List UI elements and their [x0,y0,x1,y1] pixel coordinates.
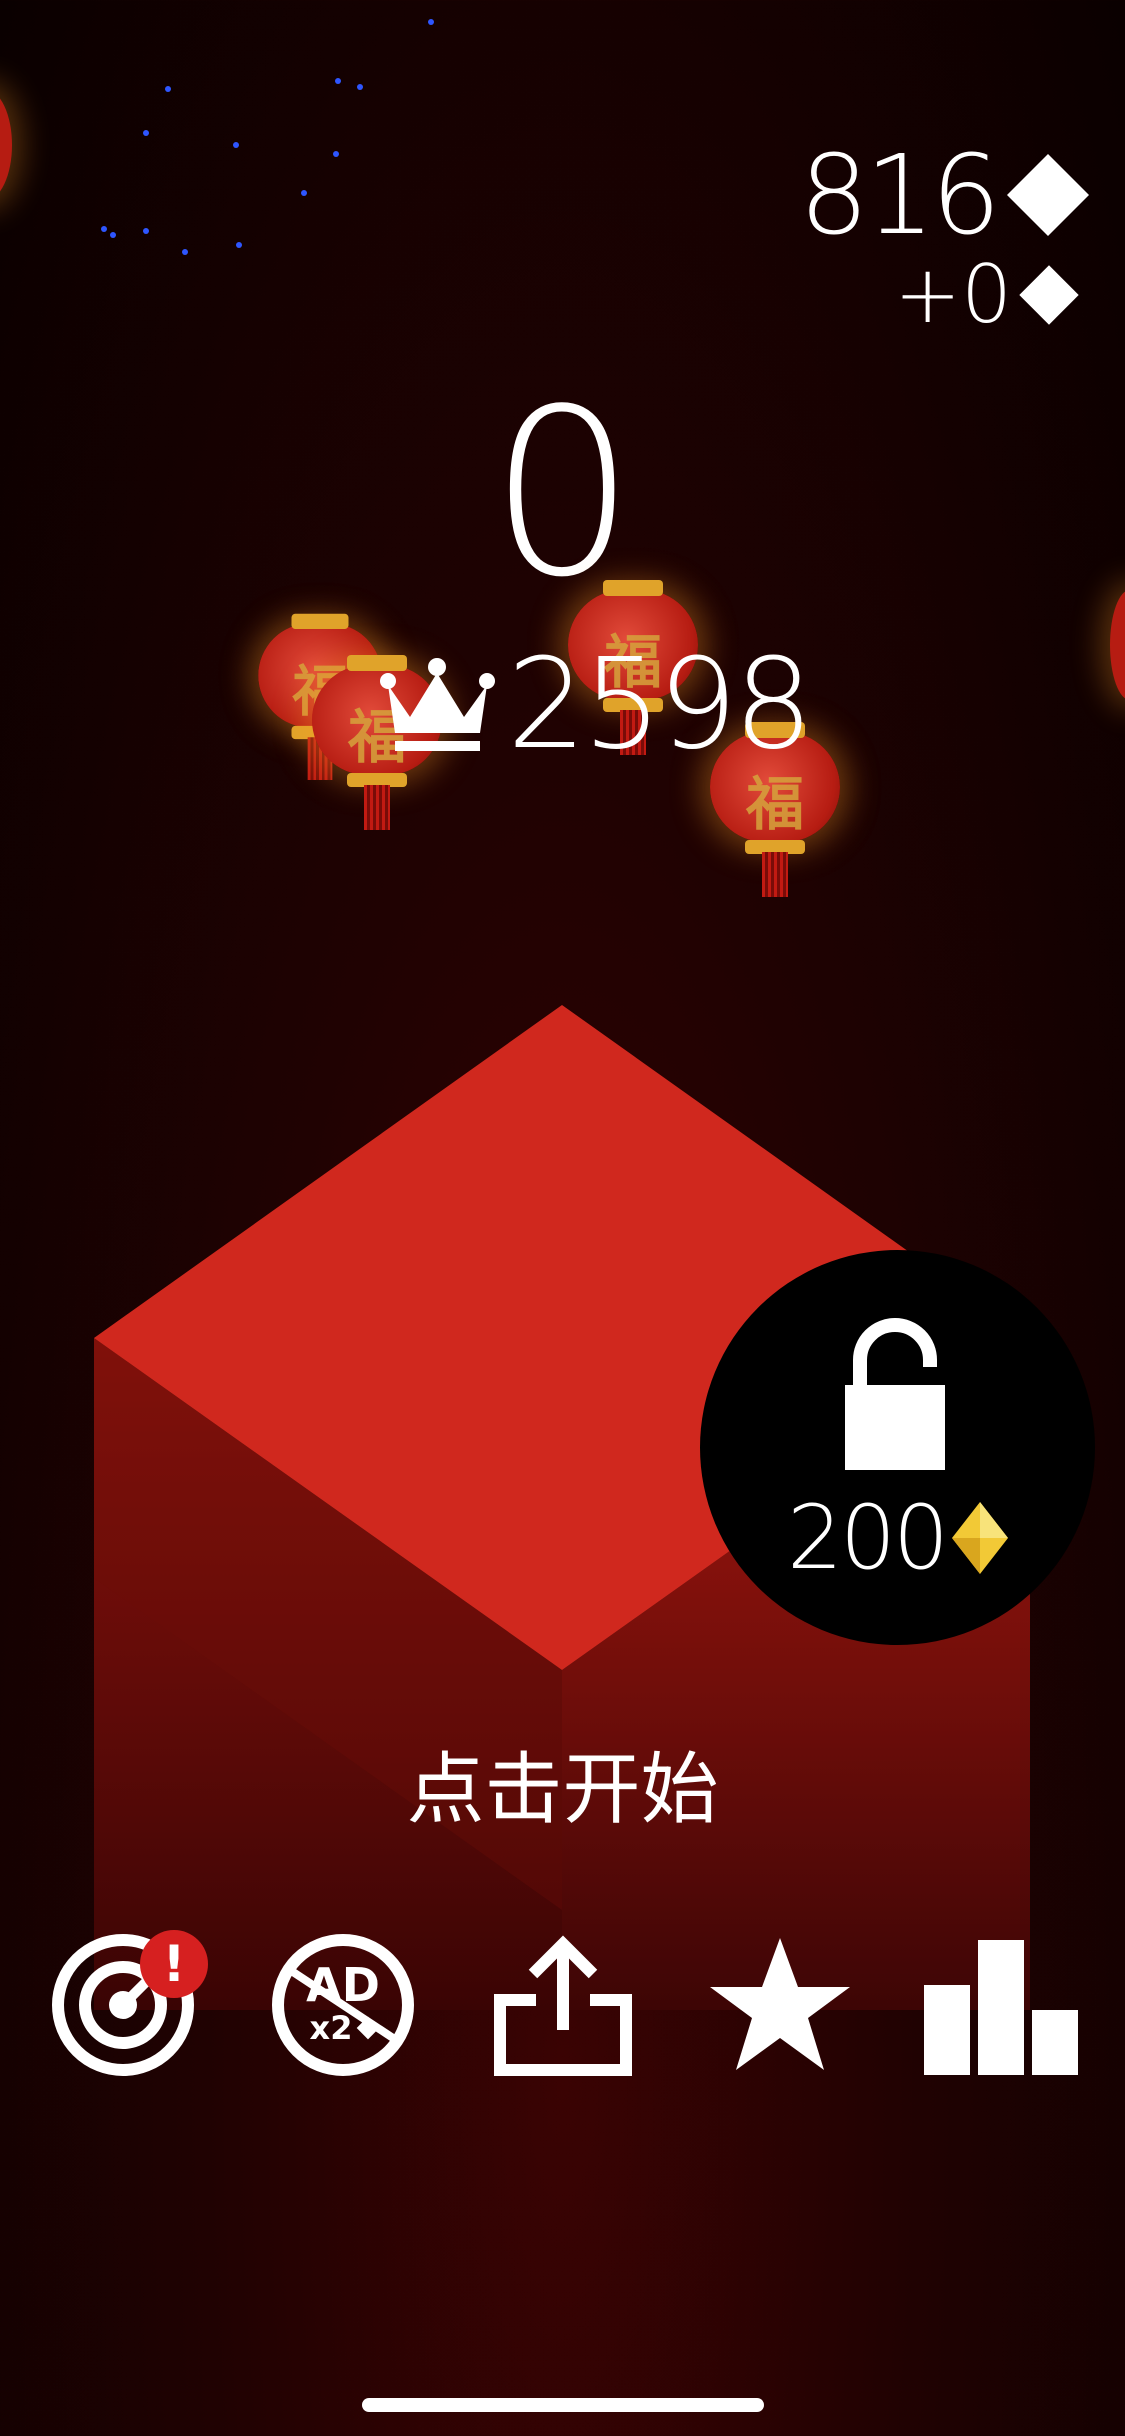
star-icon [710,1938,850,2070]
diamond-icon [1019,265,1079,325]
notification-badge-text: ! [162,1935,186,1993]
rate-button[interactable] [705,1930,855,2080]
unlock-button[interactable]: 200 [700,1250,1095,1645]
diamond-icon [357,2016,380,2040]
notification-badge: ! [140,1930,208,1998]
diamond-icon [951,1502,1008,1574]
ad-multiplier-value: x2 [309,2009,353,2047]
remove-ads-button[interactable]: AD x2 [268,1930,418,2080]
gem-gain-counter: +0 [894,248,1079,341]
share-button[interactable] [488,1930,638,2080]
tap-to-start-label[interactable]: 点击开始 [0,1740,1125,1840]
ad-label: AD [306,1958,380,2012]
ad-multiplier: x2 [268,2010,418,2046]
best-score-value: 2598 [507,632,813,777]
home-indicator[interactable] [362,2398,764,2412]
unlock-icon [845,1318,945,1470]
lantern-edge-left [0,90,12,200]
gem-total: 816 [799,131,1001,259]
unlock-cost: 200 [700,1490,1095,1586]
gem-counter: 816 [799,131,1090,259]
leaderboard-button[interactable] [922,1930,1078,2080]
crown-icon [380,658,495,751]
share-icon [494,1935,632,2076]
current-score: 0 [489,361,636,628]
unlock-cost-value: 200 [787,1486,949,1589]
diamond-icon [1006,153,1090,237]
leaderboard-icon [924,1940,1078,2075]
gem-gain: +0 [894,248,1012,341]
missions-button[interactable]: ! [48,1930,208,2080]
best-score: 2598 [380,632,813,777]
